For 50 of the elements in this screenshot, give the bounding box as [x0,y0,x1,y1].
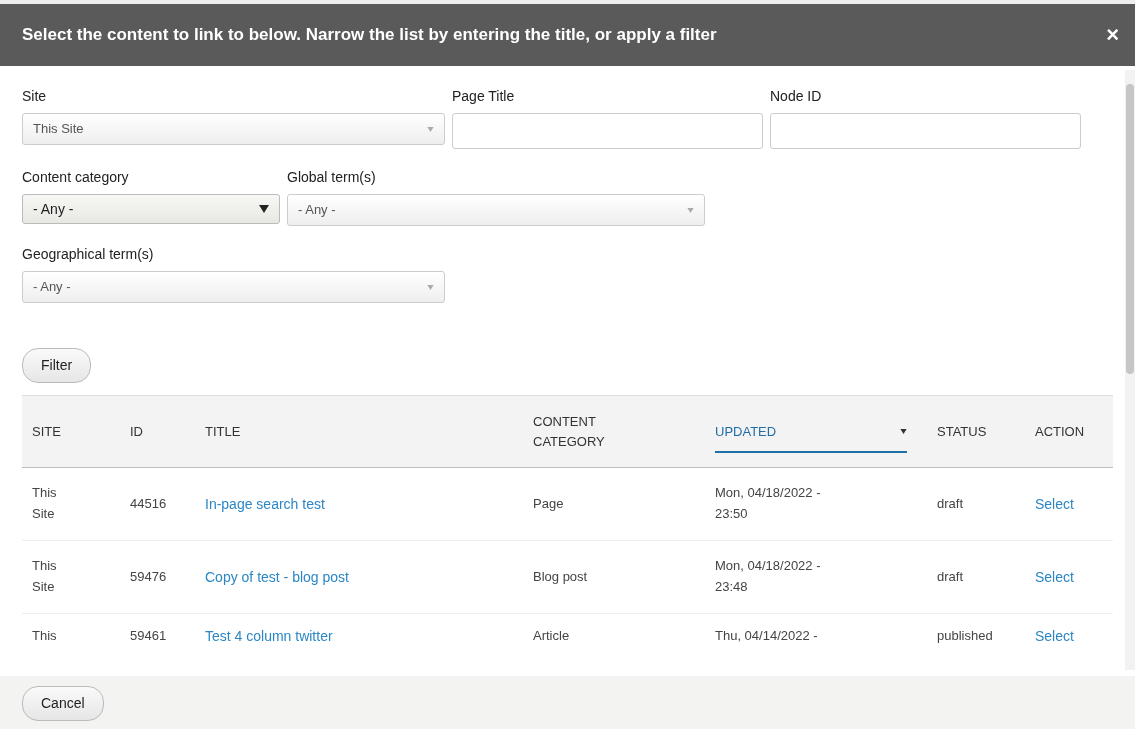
column-header[interactable]: ACTION [1035,423,1085,439]
dropdown[interactable]: This Site [22,113,445,145]
date-text: Mon, 04/18/2022 - 23:48 [715,557,822,596]
select-link[interactable]: Select [1035,495,1074,512]
dropdown[interactable]: - Any - [22,194,280,224]
column-header[interactable]: SITE [32,423,61,439]
title-link[interactable]: Test 4 column twitter [205,628,333,644]
sort-caret-icon [900,429,907,434]
table-cell-text: draft [937,567,963,586]
field-label: Node ID [770,87,823,106]
table-cell-text: Page [533,494,564,513]
close-button[interactable]: × [1106,24,1119,46]
field-label: Geographical term(s) [22,245,155,264]
table-cell-text: This Site [32,557,58,596]
field-label: Page Title [452,87,516,106]
select-link[interactable]: Select [1035,628,1074,644]
table-cell-text: This [32,627,58,645]
caret-icon [687,207,694,213]
dialog-title: Select the content to link to below. Narrow the list by entering the title, or apply a filter [22,24,717,47]
caret-icon [427,126,434,132]
table-cell-text: Blog post [533,567,588,586]
caret-icon [259,205,269,213]
title-link[interactable]: Copy of test - blog post [205,568,349,585]
table-cell-text: 59476 [130,567,167,586]
field-label: Content category [22,168,130,187]
dropdown[interactable]: - Any - [287,194,705,226]
column-header[interactable]: TITLE [205,423,241,439]
field-label: Site [22,87,48,106]
column-header[interactable]: CONTENT CATEGORY [533,412,623,451]
table-cell-text: published [937,627,993,645]
column-header[interactable]: STATUS [937,423,987,439]
title-link[interactable]: In-page search test [205,495,325,512]
column-header[interactable]: ID [130,423,143,439]
date-text: Mon, 04/18/2022 - 23:50 [715,484,822,523]
select-link[interactable]: Select [1035,568,1074,585]
filter-button[interactable]: Filter [22,348,92,383]
field-label: Global term(s) [287,168,377,187]
table-cell-text: This Site [32,484,58,523]
table-cell-text: 59461 [130,627,167,645]
dropdown[interactable]: - Any - [22,271,445,303]
input-field[interactable] [770,113,1081,149]
table-cell-text: Article [533,627,570,645]
table-cell-text: draft [937,494,963,513]
table-cell-text: 44516 [130,494,167,513]
input-field[interactable] [452,113,763,149]
date-text: Thu, 04/14/2022 - [715,627,819,645]
scrollbar-thumb[interactable] [1126,84,1134,374]
caret-icon [427,284,434,290]
cancel-button[interactable]: Cancel [22,686,104,721]
column-header[interactable]: UPDATED [715,409,907,454]
